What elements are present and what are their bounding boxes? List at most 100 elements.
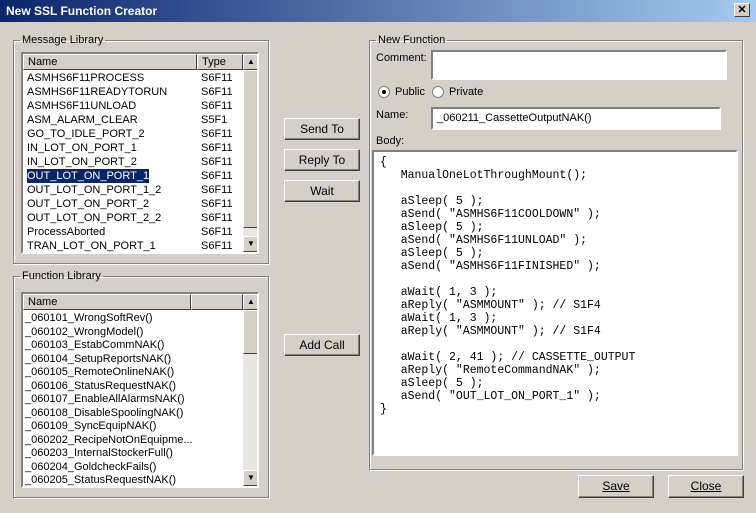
table-row[interactable]: ASMHS6F11READYTORUN S6F11: [25, 85, 241, 99]
list-item[interactable]: _060204_GoldcheckFails(): [25, 460, 241, 474]
message-type: S6F11: [201, 100, 233, 112]
table-row[interactable]: IN_LOT_ON_PORT_1 S6F11: [25, 141, 241, 155]
table-row[interactable]: ASMHS6F11PROCESS S6F11: [25, 71, 241, 85]
table-row[interactable]: OUT_LOT_ON_PORT_2_2 S6F11: [25, 211, 241, 225]
table-row[interactable]: TRAN_LOT_ON_PORT_1 S6F11: [25, 239, 241, 252]
public-radio[interactable]: [378, 86, 390, 98]
code-line: }: [380, 403, 387, 416]
column-header-name[interactable]: Name: [23, 294, 191, 310]
list-item[interactable]: _060106_StatusRequestNAK(): [25, 379, 241, 393]
scroll-down-icon[interactable]: ▼: [243, 470, 257, 486]
code-line: aWait( 1, 3 );: [380, 286, 498, 299]
code-line: aSleep( 5 );: [380, 221, 484, 234]
function-library-legend: Function Library: [22, 270, 101, 282]
list-item[interactable]: _060105_RemoteOnlineNAK(): [25, 365, 241, 379]
scroll-thumb[interactable]: [243, 70, 257, 228]
code-line: aSend( "OUT_LOT_ON_PORT_1" );: [380, 390, 601, 403]
function-list[interactable]: Name _060101_WrongSoftRev() _060102_Wrong…: [21, 292, 259, 488]
close-button[interactable]: Close: [668, 475, 744, 498]
message-name: OUT_LOT_ON_PORT_1: [25, 168, 151, 184]
code-line: aSend( "ASMHS6F11COOLDOWN" );: [380, 208, 601, 221]
message-type: S5F1: [201, 114, 228, 126]
table-row[interactable]: IN_LOT_ON_PORT_2 S6F11: [25, 155, 241, 169]
function-list-scrollbar[interactable]: ▲ ▼: [243, 294, 257, 486]
message-type: S6F11: [201, 184, 233, 196]
code-line: ManualOneLotThroughMount();: [380, 169, 588, 182]
list-item[interactable]: _060103_EstabCommNAK(): [25, 338, 241, 352]
name-field[interactable]: _060211_CassetteOutputNAK(): [431, 107, 721, 130]
message-type: S6F11: [201, 226, 233, 238]
comment-field[interactable]: [431, 50, 727, 80]
message-name: OUT_LOT_ON_PORT_2_2: [27, 212, 162, 224]
body-label: Body:: [376, 135, 405, 147]
list-item[interactable]: _060104_SetupReportsNAK(): [25, 352, 241, 366]
table-row[interactable]: ProcessAborted S6F11: [25, 225, 241, 239]
list-item[interactable]: _060109_SyncEquipNAK(): [25, 419, 241, 433]
message-name: OUT_LOT_ON_PORT_2: [27, 198, 150, 210]
private-radio[interactable]: [432, 86, 444, 98]
list-item[interactable]: _060108_DisableSpoolingNAK(): [25, 406, 241, 420]
scroll-up-icon[interactable]: ▲: [243, 54, 257, 70]
message-type: S6F11: [201, 72, 233, 84]
code-line: aWait( 2, 41 ); // CASSETTE_OUTPUT: [380, 351, 636, 364]
table-row[interactable]: OUT_LOT_ON_PORT_1_2 S6F11: [25, 183, 241, 197]
table-row[interactable]: ASMHS6F11UNLOAD S6F11: [25, 99, 241, 113]
message-name: ASM_ALARM_CLEAR: [27, 114, 138, 126]
message-type: S6F11: [201, 156, 233, 168]
list-item[interactable]: _060107_EnableAllAlarmsNAK(): [25, 392, 241, 406]
code-line: aReply( "RemoteCommandNAK" );: [380, 364, 601, 377]
table-row[interactable]: ASM_ALARM_CLEAR S5F1: [25, 113, 241, 127]
save-button[interactable]: Save: [578, 475, 654, 498]
message-name: IN_LOT_ON_PORT_2: [27, 156, 137, 168]
code-line: {: [380, 156, 387, 169]
comment-label: Comment:: [376, 52, 427, 64]
message-type: S6F11: [201, 212, 233, 224]
column-header-name[interactable]: Name: [23, 54, 197, 70]
message-type: S6F11: [201, 170, 233, 182]
code-line: aReply( "ASMMOUNT" ); // S1F4: [380, 299, 601, 312]
window-title: New SSL Function Creator: [6, 4, 158, 18]
message-name: TRAN_LOT_ON_PORT_1: [27, 240, 156, 252]
reply-to-button[interactable]: Reply To: [284, 149, 360, 171]
title-bar: New SSL Function Creator ✕: [0, 0, 756, 22]
message-type: S6F11: [201, 198, 233, 210]
list-item[interactable]: _060203_InternalStockerFull(): [25, 446, 241, 460]
column-header-type[interactable]: Type: [197, 54, 243, 70]
code-line: aSend( "ASMHS6F11UNLOAD" );: [380, 234, 588, 247]
scroll-down-icon[interactable]: ▼: [243, 236, 257, 252]
message-name: OUT_LOT_ON_PORT_1_2: [27, 184, 162, 196]
message-name: ASMHS6F11PROCESS: [27, 72, 145, 84]
send-to-button[interactable]: Send To: [284, 118, 360, 140]
message-name: ProcessAborted: [27, 226, 106, 238]
code-line: aSleep( 5 );: [380, 195, 484, 208]
scroll-thumb[interactable]: [243, 310, 257, 354]
table-row[interactable]: GO_TO_IDLE_PORT_2 S6F11: [25, 127, 241, 141]
message-library-legend: Message Library: [22, 34, 104, 46]
code-line: aSleep( 5 );: [380, 247, 484, 260]
message-list-scrollbar[interactable]: ▲ ▼: [243, 54, 257, 252]
body-editor[interactable]: { ManualOneLotThroughMount(); aSleep( 5 …: [372, 150, 738, 456]
save-label: Save: [602, 479, 630, 493]
code-line: aSleep( 5 );: [380, 377, 484, 390]
column-header-blank[interactable]: [191, 294, 243, 310]
wait-button[interactable]: Wait: [284, 180, 360, 202]
list-item[interactable]: _060202_RecipeNotOnEquipme...: [25, 433, 241, 447]
list-item[interactable]: _060102_WrongModel(): [25, 325, 241, 339]
new-function-legend: New Function: [378, 34, 446, 46]
list-item[interactable]: _060205_StatusRequestNAK(): [25, 473, 241, 486]
list-item[interactable]: _060101_WrongSoftRev(): [25, 311, 241, 325]
message-type: S6F11: [201, 142, 233, 154]
scroll-up-icon[interactable]: ▲: [243, 294, 257, 310]
code-line: aWait( 1, 3 );: [380, 312, 498, 325]
private-radio-label: Private: [449, 86, 484, 98]
message-list[interactable]: Name Type ASMHS6F11PROCESS S6F11 ASMHS6F11…: [21, 52, 259, 254]
message-name: IN_LOT_ON_PORT_1: [27, 142, 137, 154]
close-label: Close: [690, 479, 722, 493]
add-call-button[interactable]: Add Call: [284, 334, 360, 356]
table-row[interactable]: OUT_LOT_ON_PORT_1 S6F11: [25, 168, 241, 184]
table-row[interactable]: OUT_LOT_ON_PORT_2 S6F11: [25, 197, 241, 211]
close-icon[interactable]: ✕: [734, 3, 750, 17]
